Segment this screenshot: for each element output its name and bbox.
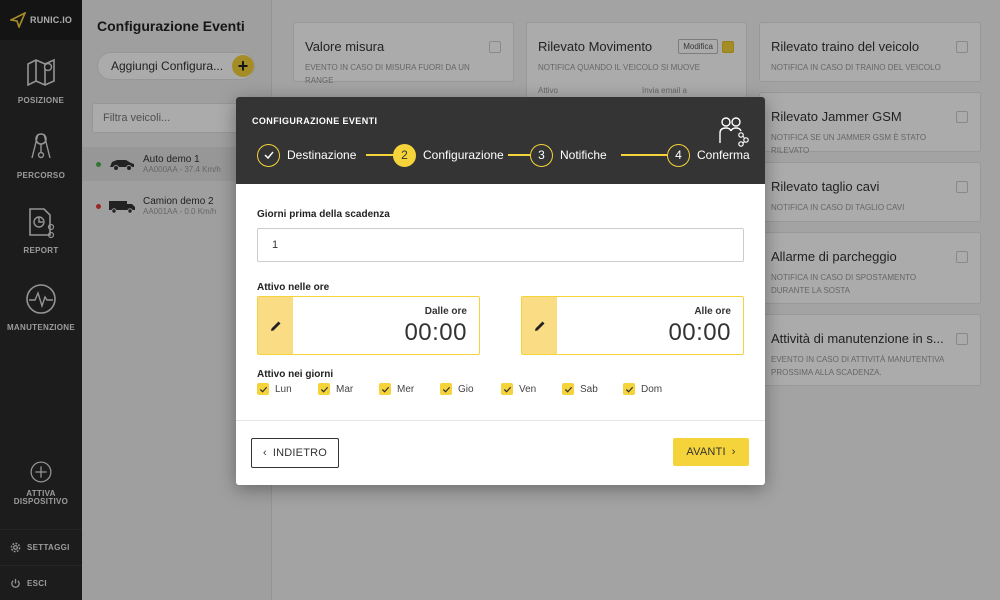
day-label: Ven — [519, 383, 537, 395]
pencil-icon — [270, 321, 280, 331]
step-number: 3 — [530, 143, 553, 167]
day-checkbox-gio[interactable]: Gio — [440, 383, 474, 395]
step-destinazione[interactable]: Destinazione — [257, 143, 356, 167]
check-icon — [257, 143, 280, 167]
edit-time-from-button[interactable] — [258, 297, 293, 354]
step-number: 4 — [667, 143, 690, 167]
step-number: 2 — [393, 143, 416, 167]
checkbox-icon — [440, 383, 452, 395]
checkbox-icon — [501, 383, 513, 395]
time-from-value: 00:00 — [404, 319, 467, 346]
next-label: AVANTI — [686, 446, 726, 458]
hours-label: Attivo nelle ore — [257, 282, 330, 293]
modal-divider — [236, 420, 765, 421]
day-label: Lun — [275, 383, 292, 395]
step-connector — [621, 154, 667, 156]
day-label: Sab — [580, 383, 598, 395]
days-label: Attivo nei giorni — [257, 369, 334, 380]
time-to-label: Alle ore — [694, 306, 731, 317]
days-before-label: Giorni prima della scadenza — [257, 209, 390, 220]
step-label: Configurazione — [423, 148, 504, 162]
day-checkbox-mar[interactable]: Mar — [318, 383, 353, 395]
day-checkbox-mer[interactable]: Mer — [379, 383, 414, 395]
time-from-picker[interactable]: Dalle ore 00:00 — [257, 296, 480, 355]
time-to-value: 00:00 — [668, 319, 731, 346]
step-label: Conferma — [697, 148, 750, 162]
step-label: Destinazione — [287, 148, 357, 162]
modal-header: CONFIGURAZIONE EVENTI Destinazione 2 Con… — [236, 97, 765, 184]
day-checkbox-dom[interactable]: Dom — [623, 383, 662, 395]
day-label: Mar — [336, 383, 354, 395]
time-to-picker[interactable]: Alle ore 00:00 — [521, 296, 744, 355]
time-from-label: Dalle ore — [424, 306, 467, 317]
step-conferma[interactable]: 4 Conferma — [667, 143, 750, 167]
day-label: Gio — [458, 383, 474, 395]
day-checkbox-ven[interactable]: Ven — [501, 383, 536, 395]
checkbox-icon — [318, 383, 330, 395]
pencil-icon — [534, 321, 544, 331]
checkbox-icon — [562, 383, 574, 395]
day-checkbox-lun[interactable]: Lun — [257, 383, 292, 395]
chevron-left-icon: ‹ — [262, 447, 267, 459]
day-label: Mer — [397, 383, 415, 395]
modal-title: CONFIGURAZIONE EVENTI — [252, 116, 378, 126]
step-configurazione[interactable]: 2 Configurazione — [393, 143, 504, 167]
chevron-right-icon: › — [731, 446, 736, 458]
day-label: Dom — [641, 383, 663, 395]
checkbox-icon — [623, 383, 635, 395]
checkbox-icon — [257, 383, 269, 395]
back-label: INDIETRO — [272, 447, 328, 459]
step-connector — [508, 154, 530, 156]
day-checkbox-sab[interactable]: Sab — [562, 383, 598, 395]
checkbox-icon — [379, 383, 391, 395]
back-button[interactable]: ‹ INDIETRO — [251, 438, 339, 468]
step-notifiche[interactable]: 3 Notifiche — [530, 143, 607, 167]
step-label: Notifiche — [560, 148, 607, 162]
next-button[interactable]: AVANTI › — [673, 438, 749, 466]
configuration-modal: CONFIGURAZIONE EVENTI Destinazione 2 Con… — [236, 97, 765, 485]
edit-time-to-button[interactable] — [522, 297, 557, 354]
days-before-input[interactable]: 1 — [257, 228, 744, 262]
